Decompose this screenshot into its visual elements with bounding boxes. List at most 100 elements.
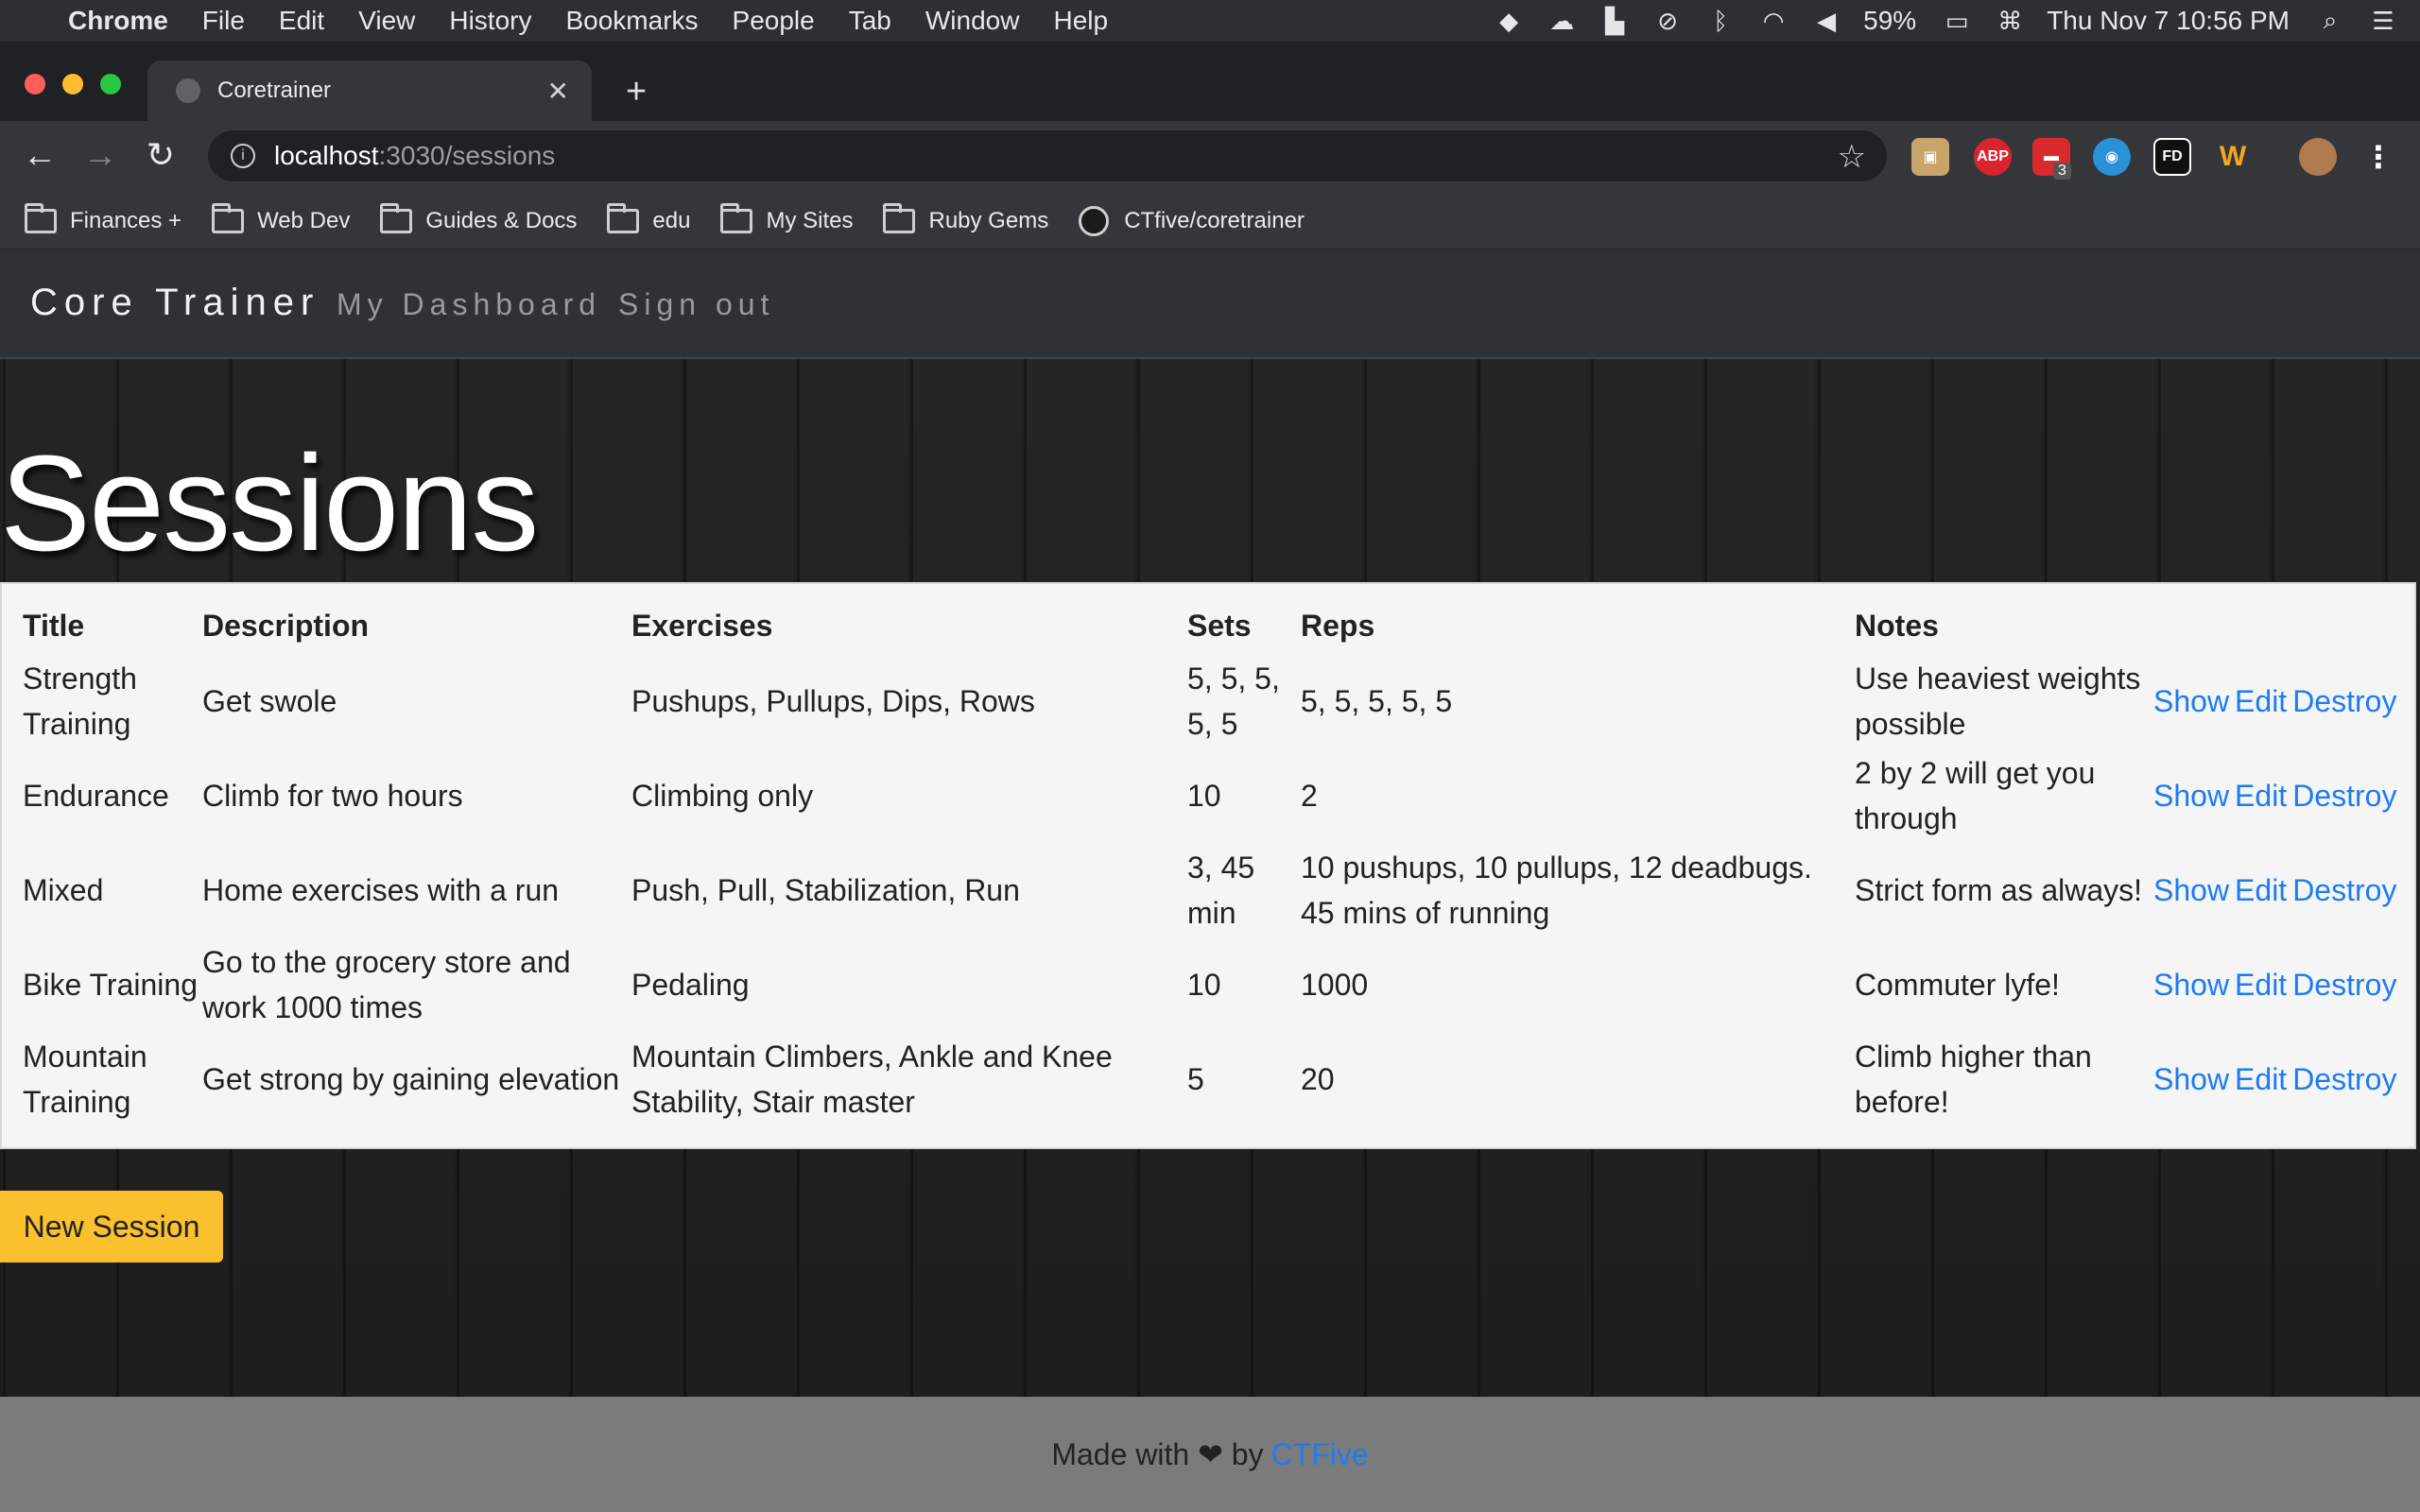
- page-title: Sessions: [0, 427, 539, 579]
- tab-title: Coretrainer: [217, 77, 332, 103]
- new-tab-plus-icon[interactable]: +: [626, 72, 647, 112]
- destroy-link[interactable]: Destroy: [2292, 779, 2396, 814]
- cell-description: Go to the grocery store and work 1000 ti…: [202, 945, 571, 1024]
- edit-link[interactable]: Edit: [2235, 779, 2287, 814]
- cell-sets: 3, 45 min: [1187, 850, 1255, 930]
- site-info-icon[interactable]: i: [231, 144, 255, 168]
- cell-description: Home exercises with a run: [202, 873, 560, 907]
- nav-my-dashboard[interactable]: My Dashboard: [337, 287, 601, 322]
- show-link[interactable]: Show: [2153, 873, 2229, 908]
- folder-icon: [380, 202, 413, 233]
- app-brand[interactable]: Core Trainer: [30, 282, 320, 324]
- volume-icon[interactable]: ◀: [1810, 7, 1842, 35]
- table-row: Mixed Home exercises with a run Push, Pu…: [2, 843, 2418, 937]
- reload-icon[interactable]: ↻: [140, 134, 182, 176]
- bookmark-edu[interactable]: edu: [607, 202, 690, 234]
- window-zoom-button[interactable]: [100, 74, 121, 94]
- cell-sets: 10: [1187, 779, 1221, 813]
- wifi-icon[interactable]: ◠: [1757, 7, 1789, 35]
- footer-ctfive-link[interactable]: CTFive: [1271, 1437, 1369, 1472]
- folder-icon: [212, 202, 245, 233]
- show-link[interactable]: Show: [2153, 779, 2229, 814]
- table-row: Endurance Climb for two hours Climbing o…: [2, 748, 2418, 843]
- header-reps: Reps: [1301, 609, 1375, 643]
- menu-bookmarks[interactable]: Bookmarks: [565, 6, 698, 36]
- cloud-upload-icon[interactable]: ☁: [1546, 7, 1578, 35]
- new-session-button[interactable]: New Session: [0, 1191, 223, 1263]
- do-not-disturb-icon[interactable]: ⊘: [1651, 7, 1684, 35]
- menu-people[interactable]: People: [733, 6, 815, 36]
- header-notes: Notes: [1855, 609, 1939, 643]
- window-close-button[interactable]: [25, 74, 45, 94]
- macos-menubar: Chrome File Edit View History Bookmarks …: [0, 0, 2420, 42]
- back-arrow-icon[interactable]: ←: [19, 134, 60, 176]
- destroy-link[interactable]: Destroy: [2292, 684, 2396, 719]
- edit-link[interactable]: Edit: [2235, 873, 2287, 908]
- w-extension-icon[interactable]: W: [2214, 138, 2252, 176]
- profile-avatar[interactable]: [2299, 138, 2337, 176]
- show-link[interactable]: Show: [2153, 1062, 2229, 1097]
- menu-tab[interactable]: Tab: [849, 6, 891, 36]
- address-bar[interactable]: i localhost :3030/sessions ☆: [208, 130, 1887, 181]
- app-navbar: Core Trainer My Dashboard Sign out: [0, 249, 2420, 359]
- edit-link[interactable]: Edit: [2235, 684, 2287, 719]
- menubar-clock[interactable]: Thu Nov 7 10:56 PM: [2047, 6, 2290, 36]
- dropbox-icon[interactable]: ◆: [1493, 7, 1525, 35]
- url-path: :3030/sessions: [378, 141, 556, 170]
- extension-box-icon[interactable]: ▣: [1911, 138, 1949, 176]
- globe-icon: [176, 78, 200, 103]
- forward-arrow-icon[interactable]: →: [79, 134, 121, 176]
- row-actions: Show Edit Destroy: [2153, 1032, 2396, 1126]
- bookmark-my-sites[interactable]: My Sites: [720, 202, 853, 234]
- bookmark-guides-docs[interactable]: Guides & Docs: [380, 202, 577, 234]
- cell-reps: 10 pushups, 10 pullups, 12 deadbugs. 45 …: [1301, 850, 1812, 930]
- folder-icon: [607, 202, 640, 233]
- browser-toolbar: ← → ↻ i localhost :3030/sessions ☆ ▣ ABP…: [0, 121, 2420, 193]
- adblock-icon[interactable]: ABP: [1974, 138, 2012, 176]
- folder-icon: [883, 202, 916, 233]
- bookmark-github-repo[interactable]: CTfive/coretrainer: [1079, 205, 1305, 236]
- fd-extension-icon[interactable]: FD: [2153, 138, 2191, 176]
- bluetooth-icon[interactable]: ᛒ: [1704, 7, 1737, 35]
- bookmark-web-dev[interactable]: Web Dev: [212, 202, 350, 234]
- spotlight-search-icon[interactable]: ⌕: [2314, 6, 2346, 34]
- menubar-status-area: ◆ ☁ ▙ ⊘ ᛒ ◠ ◀ 59% ▭ ⌘ Thu Nov 7 10:56 PM…: [1493, 0, 2420, 42]
- folder-icon: [25, 202, 57, 233]
- menu-edit[interactable]: Edit: [279, 6, 324, 36]
- tab-close-icon[interactable]: ✕: [547, 76, 569, 107]
- sessions-table: Title Description Exercises Sets Reps No…: [0, 582, 2416, 1149]
- menu-app-name[interactable]: Chrome: [68, 6, 168, 36]
- bookmark-finances[interactable]: Finances +: [25, 202, 182, 234]
- menu-view[interactable]: View: [358, 6, 415, 36]
- menu-history[interactable]: History: [449, 6, 531, 36]
- notification-center-icon[interactable]: ☰: [2367, 7, 2399, 35]
- menu-help[interactable]: Help: [1053, 6, 1108, 36]
- extension-badge-count: 3: [2053, 163, 2071, 180]
- bookmarks-bar: Finances + Web Dev Guides & Docs edu My …: [0, 193, 2420, 249]
- extension-eye-icon[interactable]: ◉: [2093, 138, 2131, 176]
- keyboard-input-icon[interactable]: ⌘: [1994, 7, 2026, 35]
- bookmark-star-icon[interactable]: ☆: [1838, 138, 1866, 176]
- layout-icon[interactable]: ▙: [1599, 7, 1631, 35]
- cell-title: Mountain Training: [23, 1040, 147, 1119]
- window-minimize-button[interactable]: [62, 74, 83, 94]
- show-link[interactable]: Show: [2153, 968, 2229, 1003]
- edit-link[interactable]: Edit: [2235, 1062, 2287, 1097]
- menu-file[interactable]: File: [202, 6, 245, 36]
- chrome-menu-icon[interactable]: ⋮: [2360, 138, 2397, 176]
- show-link[interactable]: Show: [2153, 684, 2229, 719]
- cell-title: Endurance: [23, 779, 169, 813]
- cell-notes: Use heaviest weights possible: [1855, 662, 2141, 741]
- nav-sign-out[interactable]: Sign out: [618, 287, 774, 322]
- row-actions: Show Edit Destroy: [2153, 937, 2396, 1032]
- table-row: Strength Training Get swole Pushups, Pul…: [2, 654, 2418, 748]
- tab-coretrainer[interactable]: Coretrainer ✕: [147, 60, 592, 121]
- destroy-link[interactable]: Destroy: [2292, 968, 2396, 1003]
- destroy-link[interactable]: Destroy: [2292, 873, 2396, 908]
- bookmark-ruby-gems[interactable]: Ruby Gems: [883, 202, 1048, 234]
- cell-description: Climb for two hours: [202, 779, 463, 813]
- menu-window[interactable]: Window: [925, 6, 1020, 36]
- destroy-link[interactable]: Destroy: [2292, 1062, 2396, 1097]
- edit-link[interactable]: Edit: [2235, 968, 2287, 1003]
- battery-icon[interactable]: ▭: [1941, 7, 1973, 35]
